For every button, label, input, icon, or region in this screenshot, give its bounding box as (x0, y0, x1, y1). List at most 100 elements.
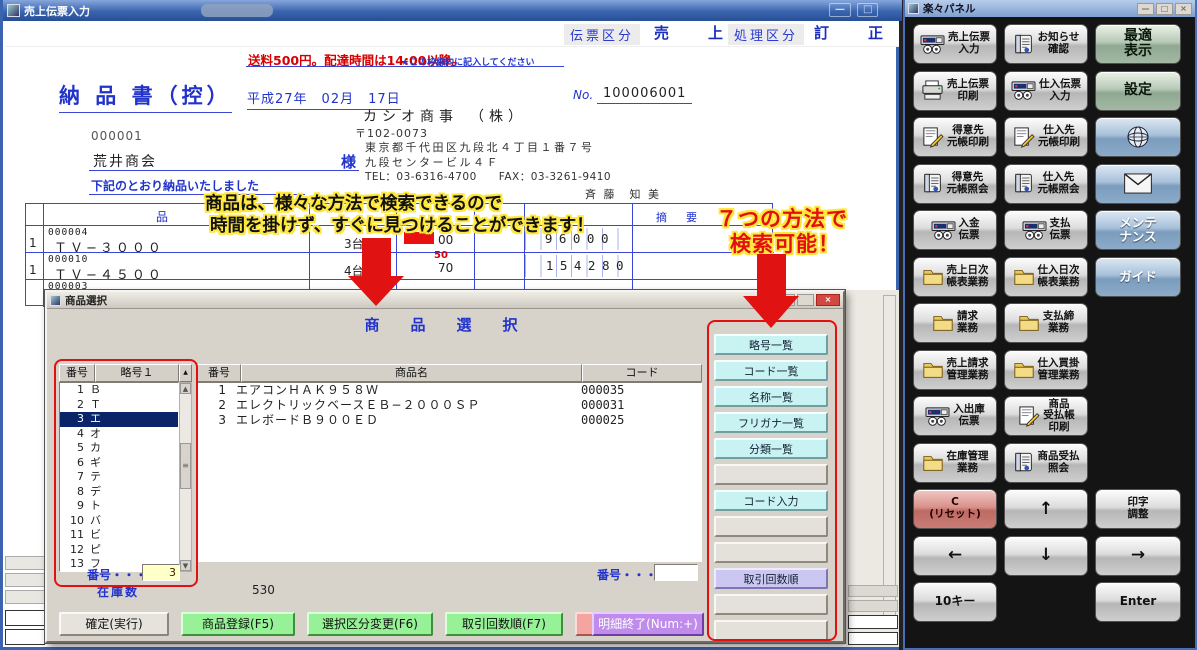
main-scrollbar[interactable] (883, 295, 896, 625)
sort-arrow-icon[interactable]: ▲ (179, 364, 192, 382)
blank-button[interactable] (714, 464, 828, 485)
list-item[interactable]: 5カ (60, 441, 178, 456)
purchase-slip-input-button[interactable]: 仕入伝票 入力 (1004, 71, 1088, 111)
inventory-mgmt-button[interactable]: 在庫管理 業務 (913, 443, 997, 483)
dialog-close-icon[interactable]: × (816, 294, 840, 306)
dialog-titlebar[interactable]: 商品選択 × (47, 292, 843, 309)
supplier-ledger-inquiry-button[interactable]: 仕入先 元帳照会 (1004, 164, 1088, 204)
maximize-icon[interactable]: □ (857, 3, 878, 17)
inout-stock-slip-button[interactable]: 入出庫 伝票 (913, 396, 997, 436)
arrow-right-button[interactable]: → (1095, 536, 1181, 576)
web-button[interactable] (1095, 117, 1181, 157)
list-item[interactable]: 8デ (60, 485, 178, 500)
maintenance-button[interactable]: メンテ ナンス (1095, 210, 1181, 250)
ledger-icon (1013, 33, 1035, 56)
shori-kubun-label: 処理区分 (728, 24, 804, 45)
search-kana-button[interactable]: フリガナ一覧 (714, 412, 828, 433)
scroll-up-icon[interactable]: ▲ (180, 383, 191, 394)
left-list-col-no[interactable]: 番号 (59, 364, 95, 382)
customer-ledger-inquiry-button[interactable]: 得意先 元帳照会 (913, 164, 997, 204)
notice-check-button[interactable]: お知らせ 確認 (1004, 24, 1088, 64)
list-item[interactable]: 9ト (60, 499, 178, 514)
right-list-col-name[interactable]: 商品名 (241, 364, 582, 382)
number-input[interactable]: 3 (142, 564, 180, 581)
list-item[interactable]: 4オ (60, 427, 178, 442)
optimal-display-button[interactable]: 最適 表示 (1095, 24, 1181, 64)
search-abbr-button[interactable]: 略号一覧 (714, 334, 828, 355)
list-item[interactable]: 6ギ (60, 456, 178, 471)
scrollbar-thumb[interactable]: ≡ (180, 443, 191, 489)
sales-daily-report-button[interactable]: 売上日次 帳表業務 (913, 257, 997, 297)
supplier-ledger-print-button[interactable]: 仕入先 元帳印刷 (1004, 117, 1088, 157)
blank-button[interactable] (714, 620, 828, 641)
dialog-maximize-icon[interactable] (797, 294, 814, 306)
scroll-down-icon[interactable]: ▼ (180, 560, 191, 571)
ten-key-button[interactable]: 10キー (913, 582, 997, 622)
customer-ledger-print-button[interactable]: 得意先 元帳印刷 (913, 117, 997, 157)
main-titlebar[interactable]: 売上伝票入力 — □ (3, 0, 902, 21)
deposit-slip-button[interactable]: 入金 伝票 (913, 210, 997, 250)
list-item[interactable]: 2Ｔ (60, 398, 178, 413)
right-list-col-no[interactable]: 番号 (197, 364, 241, 382)
sales-slip-print-button[interactable]: 売上伝票 印刷 (913, 71, 997, 111)
payment-closing-button[interactable]: 支払締 業務 (1004, 303, 1088, 343)
panel-close-icon[interactable]: × (1175, 3, 1192, 15)
table-row[interactable]: 2エレクトリックベースＥＢ−２０００ＳＰ000031 (198, 398, 701, 413)
product-ledger-inquiry-button[interactable]: 商品受払 照会 (1004, 443, 1088, 483)
select-type-change-button[interactable]: 選択区分変更(F6) (307, 612, 433, 636)
doc-title: 納 品 書（控） (59, 80, 232, 113)
settings-button[interactable]: 設定 (1095, 71, 1181, 111)
mail-button[interactable] (1095, 164, 1181, 204)
arrow-up-button[interactable]: ↑ (1004, 489, 1088, 529)
purchase-daily-report-button[interactable]: 仕入日次 帳表業務 (1004, 257, 1088, 297)
search-code-button[interactable]: コード一覧 (714, 360, 828, 381)
search-category-button[interactable]: 分類一覧 (714, 438, 828, 459)
transaction-order-button[interactable]: 取引回数順 (714, 568, 828, 589)
annotation-arrow-left (362, 238, 391, 276)
product-ledger-print-button[interactable]: 商品 受払帳 印刷 (1004, 396, 1088, 436)
minimize-icon[interactable]: — (829, 3, 851, 17)
table-row[interactable]: 3エレボードＢ９００ＥＤ000025 (198, 413, 701, 428)
payment-slip-button[interactable]: 支払 伝票 (1004, 210, 1088, 250)
list-item[interactable]: 10バ (60, 514, 178, 529)
arrow-down-button[interactable]: ↓ (1004, 536, 1088, 576)
left-list-col-abbr[interactable]: 略号１ (95, 364, 179, 382)
transaction-count-button[interactable]: 取引回数順(F7) (445, 612, 563, 636)
confirm-button[interactable]: 確定(実行) (59, 612, 169, 636)
dialog-title: 商品選択 (65, 293, 107, 308)
list-item-selected[interactable]: 3エ (60, 412, 178, 427)
code-entry-button[interactable]: コード入力 (714, 490, 828, 511)
row2-amount: 154280 (525, 255, 632, 277)
sales-billing-mgmt-button[interactable]: 売上請求 管理業務 (913, 350, 997, 390)
note-column-header: 摘 要 (656, 209, 701, 225)
list-item[interactable]: 12ピ (60, 543, 178, 558)
panel-titlebar[interactable]: 楽々パネル — □ × (905, 0, 1195, 17)
product-register-button[interactable]: 商品登録(F5) (181, 612, 295, 636)
detail-end-button[interactable]: 明細終了(Num:+) (592, 612, 704, 636)
blank-button[interactable] (714, 542, 828, 563)
left-list-scrollbar[interactable]: ▲ ≡ ▼ (179, 382, 192, 572)
panel-minimize-icon[interactable]: — (1137, 3, 1154, 15)
sales-slip-input-button[interactable]: 売上伝票 入力 (913, 24, 997, 64)
billing-button[interactable]: 請求 業務 (913, 303, 997, 343)
right-list-col-code[interactable]: コード (582, 364, 702, 382)
background-row (5, 573, 45, 587)
guide-button[interactable]: ガイド (1095, 257, 1181, 297)
list-item[interactable]: 1Ｂ (60, 383, 178, 398)
print-adjust-button[interactable]: 印字 調整 (1095, 489, 1181, 529)
product-list[interactable]: 1エアコンＨＡＫ９５８Ｗ000035 2エレクトリックベースＥＢ−２０００ＳＰ0… (197, 382, 702, 562)
list-item[interactable]: 11ビ (60, 528, 178, 543)
reset-button[interactable]: C (リセット) (913, 489, 997, 529)
table-row[interactable]: 1エアコンＨＡＫ９５８Ｗ000035 (198, 383, 701, 398)
blank-button[interactable] (714, 516, 828, 537)
purchase-payable-mgmt-button[interactable]: 仕入買掛 管理業務 (1004, 350, 1088, 390)
enter-button[interactable]: Enter (1095, 582, 1181, 622)
number2-input[interactable] (654, 564, 698, 581)
search-name-button[interactable]: 名称一覧 (714, 386, 828, 407)
blank-button[interactable] (714, 594, 828, 615)
abbreviation-list[interactable]: 1Ｂ 2Ｔ 3エ 4オ 5カ 6ギ 7テ 8デ 9ト 10バ 11ビ 12ピ 1… (59, 382, 179, 572)
arrow-left-button[interactable]: ← (913, 536, 997, 576)
customer-name: 荒井商会 (93, 151, 157, 171)
list-item[interactable]: 7テ (60, 470, 178, 485)
panel-maximize-icon[interactable]: □ (1156, 3, 1173, 15)
